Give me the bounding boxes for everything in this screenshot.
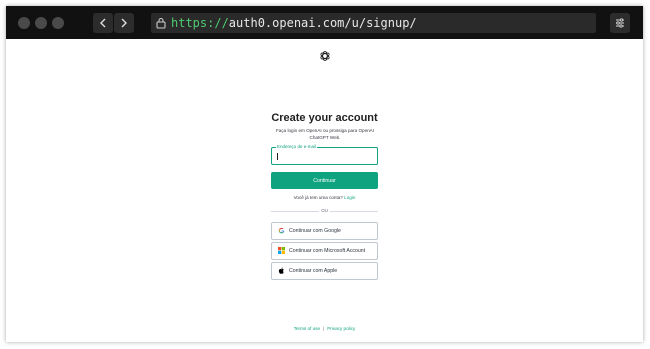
terms-link[interactable]: Terms of use: [294, 326, 320, 331]
divider-right: [330, 211, 378, 212]
page-title: Create your account: [271, 112, 378, 124]
url-text: https://auth0.openai.com/u/signup/: [171, 16, 417, 30]
window-dot-close[interactable]: [18, 17, 30, 29]
footer-separator: |: [323, 326, 325, 331]
google-icon: [278, 227, 285, 234]
continue-button[interactable]: Continuar: [271, 172, 378, 189]
apple-button-label: Continuar com Apple: [289, 268, 338, 274]
lock-icon: [156, 17, 166, 29]
page-subtitle: Faça login em OpenAI ou prossiga para Op…: [275, 128, 375, 140]
forward-button[interactable]: [114, 13, 134, 33]
settings-sliders-icon: [616, 18, 624, 28]
url-protocol: https://: [171, 16, 229, 30]
text-caret: [277, 153, 278, 160]
continue-with-apple-button[interactable]: Continuar com Apple: [271, 262, 378, 280]
have-account-line: Você já tem uma conta? Login: [6, 195, 643, 200]
email-field-label: Endereço de e-mail: [276, 144, 318, 150]
window-dot-maximize[interactable]: [52, 17, 64, 29]
or-separator: OU: [321, 208, 328, 213]
url-path: auth0.openai.com/u/signup/: [228, 16, 417, 30]
email-field[interactable]: Endereço de e-mail: [271, 144, 378, 165]
window-dot-minimize[interactable]: [35, 17, 47, 29]
apple-icon: [278, 267, 284, 274]
privacy-link[interactable]: Privacy policy: [327, 326, 355, 331]
microsoft-icon: [278, 247, 285, 254]
browser-window: https://auth0.openai.com/u/signup/ Creat…: [6, 6, 643, 342]
settings-button[interactable]: [610, 13, 630, 33]
google-button-label: Continuar com Google: [289, 228, 341, 234]
continue-with-microsoft-button[interactable]: Continuar com Microsoft Account: [271, 242, 378, 260]
address-bar[interactable]: https://auth0.openai.com/u/signup/: [151, 13, 596, 33]
login-link[interactable]: Login: [344, 195, 355, 200]
have-account-text: Você já tem uma conta?: [293, 195, 343, 200]
openai-logo-icon: [320, 50, 330, 62]
forward-arrow-icon: [121, 18, 127, 28]
footer-links: Terms of use | Privacy policy: [6, 326, 643, 331]
continue-with-google-button[interactable]: Continuar com Google: [271, 222, 378, 240]
back-arrow-icon: [100, 18, 106, 28]
browser-toolbar: https://auth0.openai.com/u/signup/: [6, 6, 643, 39]
microsoft-button-label: Continuar com Microsoft Account: [289, 248, 366, 254]
back-button[interactable]: [93, 13, 113, 33]
